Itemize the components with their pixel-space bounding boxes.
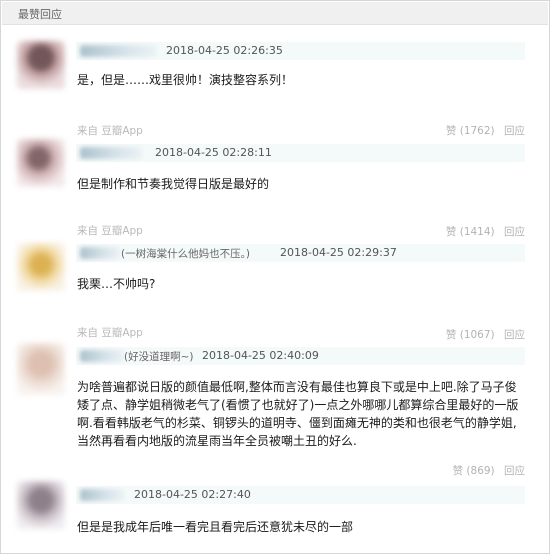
section-title: 最赞回应 (18, 8, 62, 21)
comment-actions: 赞 (869) 回应 (453, 463, 525, 478)
comment-item: 2018-04-25 02:26:35 是，但是……戏里很帅！演技整容系列！ 赞… (1, 33, 549, 137)
reply-to-label: (一树海棠什么他妈也不压。) (121, 248, 250, 260)
timestamp: 2018-04-25 02:29:37 (280, 246, 397, 259)
comment-item: 2018-04-25 02:27:40 但是是我成年后唯一看完且看完后还意犹未尽… (1, 479, 549, 553)
username-blurred[interactable] (80, 45, 156, 57)
comment-text: 但是是我成年后唯一看完且看完后还意犹未尽的一部 (77, 520, 354, 534)
reply-to-label: (好没道理啊~) (124, 351, 194, 363)
timestamp: 2018-04-25 02:27:40 (134, 488, 251, 501)
avatar[interactable] (17, 343, 65, 395)
timestamp: 2018-04-25 02:28:11 (155, 146, 272, 159)
username-blurred[interactable] (80, 350, 124, 362)
comment-item: 2018-04-25 02:28:11 但是制作和节奏我觉得日版是最好的 赞 (… (1, 131, 549, 238)
comment-meta-bar: 2018-04-25 02:27:40 (76, 486, 525, 504)
avatar[interactable] (17, 139, 65, 187)
avatar[interactable] (17, 243, 65, 291)
comment-meta-bar: 2018-04-25 02:28:11 (76, 144, 525, 162)
comment-text: 为啥普遍都说日版的颜值最低啊,整体而言没有最佳也算良下或是中上吧.除了马子俊矮了… (77, 380, 519, 448)
comment-item: (一树海棠什么他妈也不压。) 2018-04-25 02:29:37 我栗…不帅… (1, 233, 549, 341)
comment-meta-bar: (一树海棠什么他妈也不压。) 2018-04-25 02:29:37 (76, 244, 525, 262)
comment-text: 我栗…不帅吗? (77, 277, 156, 291)
timestamp: 2018-04-25 02:26:35 (166, 44, 283, 57)
username-blurred[interactable] (80, 489, 124, 501)
reply-button[interactable]: 回应 (504, 465, 525, 477)
comment-meta-bar: (好没道理啊~) 2018-04-25 02:40:09 (76, 347, 525, 365)
username-blurred[interactable] (80, 147, 142, 159)
timestamp: 2018-04-25 02:40:09 (202, 349, 319, 362)
like-button[interactable]: 赞 (869) (453, 465, 495, 477)
section-header: 最赞回应 (2, 2, 548, 25)
comments-panel: 最赞回应 2018-04-25 02:26:35 是，但是……戏里很帅！演技整容… (0, 0, 550, 554)
comment-meta-bar: 2018-04-25 02:26:35 (76, 42, 525, 60)
avatar[interactable] (17, 41, 65, 89)
username-blurred[interactable] (80, 247, 120, 259)
comment-text: 是，但是……戏里很帅！演技整容系列！ (77, 73, 294, 87)
avatar[interactable] (17, 481, 65, 529)
comment-item: (好没道理啊~) 2018-04-25 02:40:09 为啥普遍都说日版的颜值… (1, 335, 549, 478)
comment-text: 但是制作和节奏我觉得日版是最好的 (77, 177, 270, 191)
